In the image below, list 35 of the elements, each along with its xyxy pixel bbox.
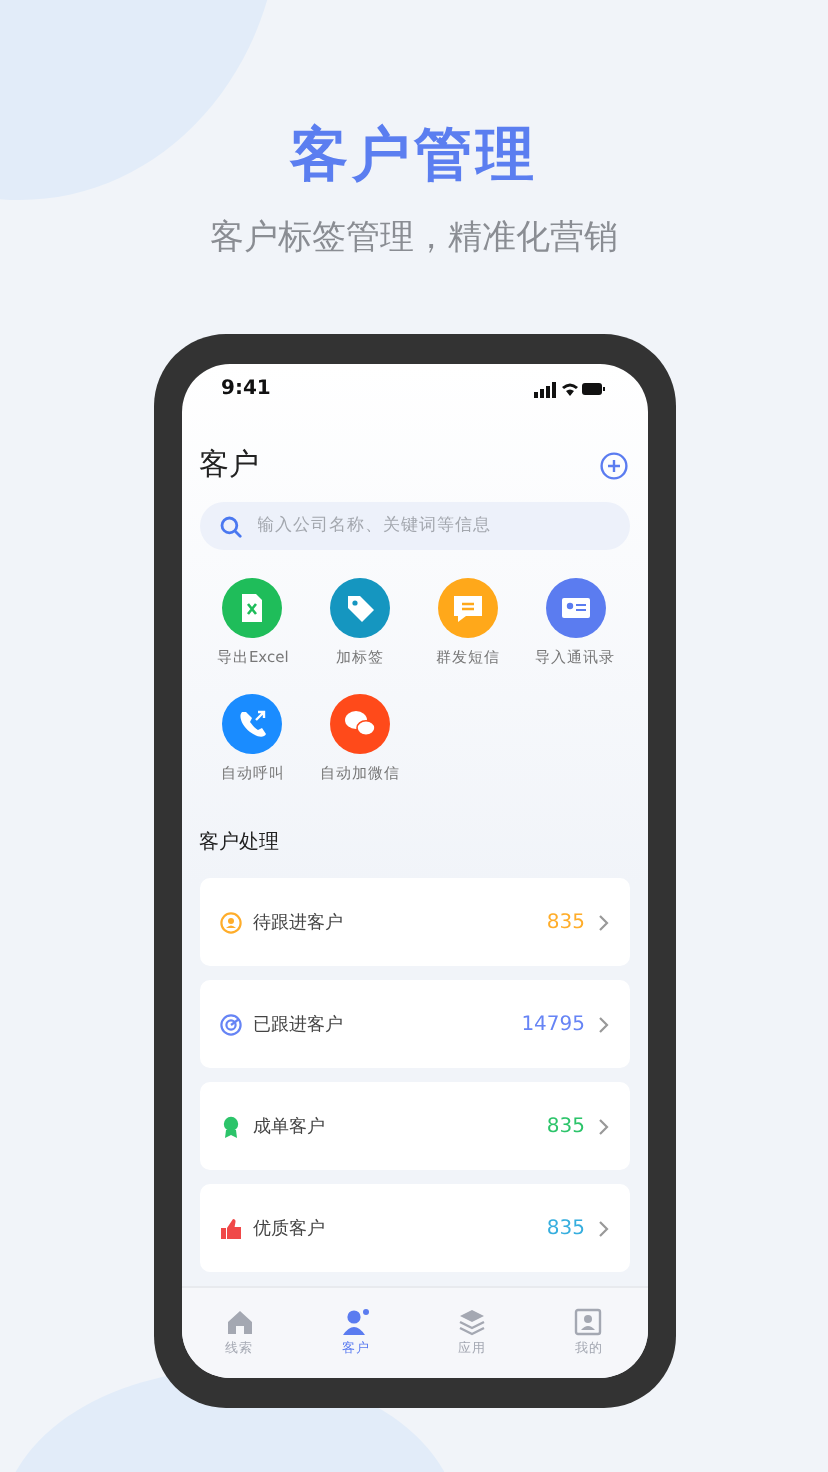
action-icon[interactable] [222, 578, 283, 638]
category-icon [219, 911, 241, 933]
category-icon [219, 1013, 241, 1035]
category-icon [219, 1217, 241, 1239]
headline-subtitle: 客户标签管理，精准化营销 [210, 216, 618, 260]
tab-icon [341, 1308, 370, 1336]
category-icon [219, 1115, 241, 1137]
tab-icon [225, 1308, 254, 1336]
chevron-icon [597, 1015, 609, 1033]
chevron-icon [597, 1117, 609, 1135]
chevron-icon [597, 913, 609, 931]
tab-icon [458, 1308, 487, 1336]
action-icon[interactable] [545, 578, 606, 638]
search-icon [219, 515, 241, 537]
action-icon[interactable] [330, 694, 391, 754]
row-count: 835 [546, 1217, 585, 1239]
customer-category-row[interactable]: 已跟进客户 14795 [199, 980, 629, 1068]
row-count: 835 [546, 1115, 585, 1137]
add-icon[interactable] [599, 451, 627, 479]
row-count: 835 [546, 911, 585, 933]
headline-title: 客户管理 [290, 120, 538, 188]
tab-icon [574, 1308, 603, 1336]
page-title: 客户 [199, 446, 259, 484]
customer-category-row[interactable]: 优质客户 835 [199, 1184, 629, 1272]
status-time: 9:41 [221, 377, 271, 399]
customer-category-row[interactable]: 成单客户 835 [199, 1082, 629, 1170]
section-title: 客户处理 [199, 829, 281, 856]
action-icon[interactable] [330, 578, 391, 638]
action-icon[interactable] [222, 694, 283, 754]
chevron-icon [597, 1219, 609, 1237]
status-icons [533, 379, 605, 397]
search-field[interactable]: 输入公司名称、关键词等信息 [199, 502, 629, 550]
customer-category-row[interactable]: 待跟进客户 835 [199, 878, 629, 966]
row-count: 14795 [521, 1013, 585, 1035]
action-icon[interactable] [437, 578, 498, 638]
